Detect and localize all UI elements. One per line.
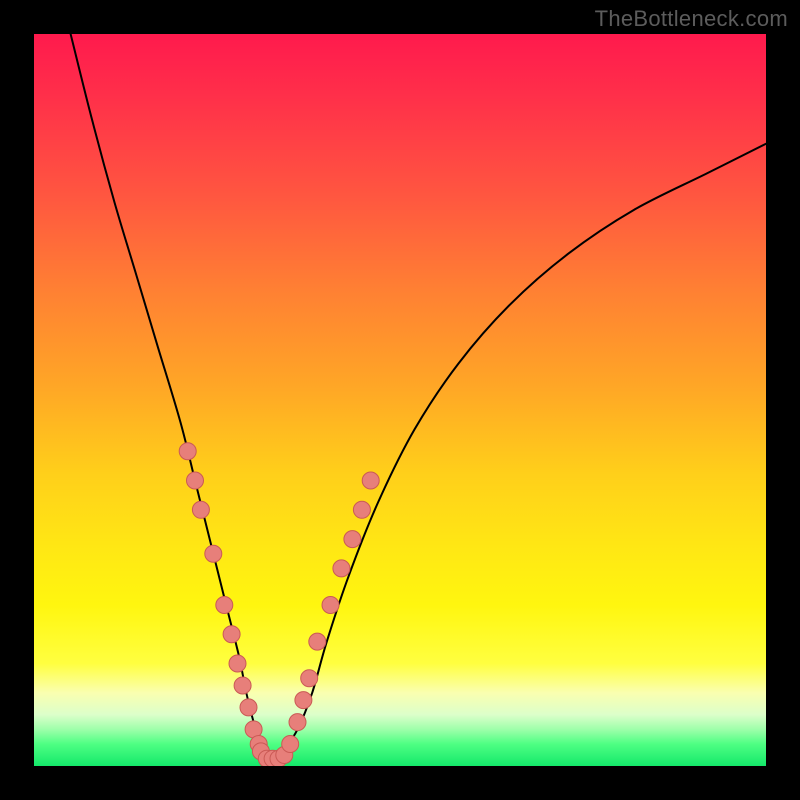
- data-dot: [333, 560, 350, 577]
- data-dot: [322, 597, 339, 614]
- data-dot: [344, 531, 361, 548]
- data-dots: [179, 443, 379, 766]
- chart-svg: [34, 34, 766, 766]
- data-dot: [229, 655, 246, 672]
- data-dot: [301, 670, 318, 687]
- data-dot: [187, 472, 204, 489]
- data-dot: [179, 443, 196, 460]
- data-dot: [223, 626, 240, 643]
- data-dot: [362, 472, 379, 489]
- data-dot: [192, 501, 209, 518]
- data-dot: [295, 692, 312, 709]
- data-dot: [282, 736, 299, 753]
- data-dot: [205, 545, 222, 562]
- data-dot: [240, 699, 257, 716]
- data-dot: [353, 501, 370, 518]
- data-dot: [309, 633, 326, 650]
- bottleneck-curve: [71, 34, 766, 760]
- curve-layer: [71, 34, 766, 760]
- chart-frame: TheBottleneck.com: [0, 0, 800, 800]
- data-dot: [289, 714, 306, 731]
- data-dot: [216, 597, 233, 614]
- watermark-text: TheBottleneck.com: [595, 6, 788, 32]
- plot-area: [34, 34, 766, 766]
- data-dot: [234, 677, 251, 694]
